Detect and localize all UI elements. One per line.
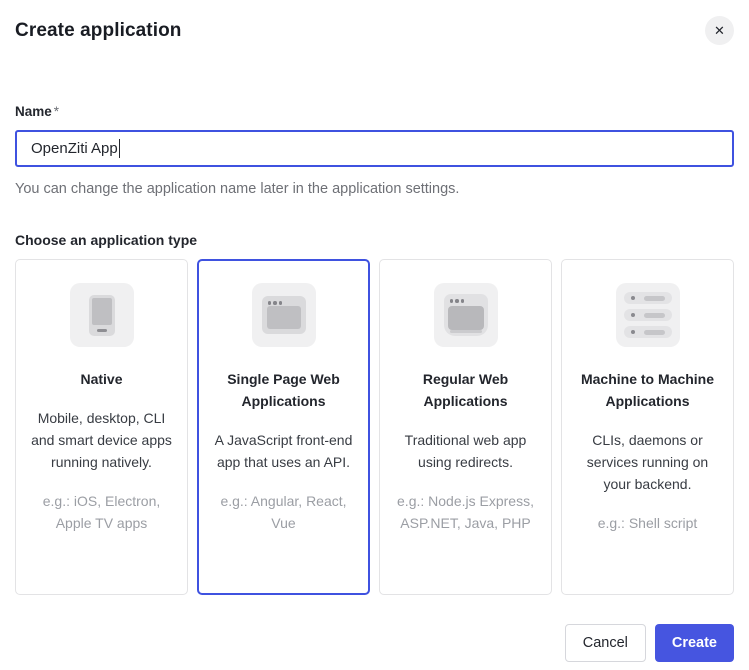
dialog-footer: Cancel Create [15,624,734,662]
card-description: CLIs, daemons or services running on you… [575,429,720,495]
card-regular-web[interactable]: Regular Web Applications Traditional web… [379,259,552,595]
cancel-button[interactable]: Cancel [565,624,646,662]
close-button[interactable]: ✕ [705,16,734,45]
create-application-dialog: Create application ✕ Name* OpenZiti App … [0,0,749,662]
name-helper-text: You can change the application name late… [15,181,734,197]
application-type-cards: Native Mobile, desktop, CLI and smart de… [15,259,734,595]
application-type-label: Choose an application type [15,232,734,248]
card-title: Native [29,368,174,390]
name-field-label: Name* [15,104,734,119]
text-caret [119,139,121,158]
card-title: Regular Web Applications [393,368,538,412]
name-label-text: Name [15,104,52,119]
card-example: e.g.: Angular, React, Vue [211,490,356,534]
required-asterisk: * [54,104,59,119]
dialog-header: Create application ✕ [15,0,734,45]
card-native[interactable]: Native Mobile, desktop, CLI and smart de… [15,259,188,595]
web-server-window-icon [434,283,498,347]
application-name-value: OpenZiti App [31,140,118,157]
card-title: Machine to Machine Applications [575,368,720,412]
card-example: e.g.: Node.js Express, ASP.NET, Java, PH… [393,490,538,534]
close-icon: ✕ [714,23,725,39]
application-name-input[interactable]: OpenZiti App [15,130,734,167]
dialog-title: Create application [15,20,182,42]
card-description: Traditional web app using redirects. [393,429,538,473]
card-description: A JavaScript front-end app that uses an … [211,429,356,473]
card-example: e.g.: iOS, Electron, Apple TV apps [29,490,174,534]
server-stack-icon [616,283,680,347]
card-machine-to-machine[interactable]: Machine to Machine Applications CLIs, da… [561,259,734,595]
mobile-phone-icon [70,283,134,347]
card-example: e.g.: Shell script [575,512,720,534]
card-description: Mobile, desktop, CLI and smart device ap… [29,407,174,473]
create-button[interactable]: Create [655,624,734,662]
card-title: Single Page Web Applications [211,368,356,412]
browser-window-icon [252,283,316,347]
card-single-page-web[interactable]: Single Page Web Applications A JavaScrip… [197,259,370,595]
